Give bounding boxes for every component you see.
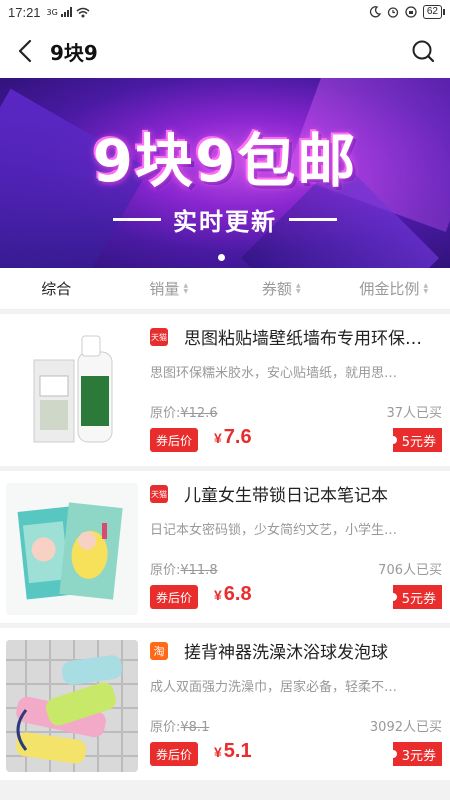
tmall-icon: 天猫	[150, 328, 168, 346]
after-coupon-tag: 券后价	[150, 428, 199, 452]
banner-dash	[113, 218, 161, 221]
currency-symbol: ¥	[214, 744, 222, 760]
carousel-indicator[interactable]	[218, 254, 225, 261]
product-image	[6, 483, 138, 615]
product-card[interactable]: 天猫 儿童女生带锁日记本笔记本 日记本女密码锁，少女简约文艺，小学生… 原价:¥…	[0, 471, 450, 623]
status-bar: 17:21 3G 62	[0, 0, 450, 24]
chevron-left-icon	[18, 39, 32, 63]
sort-coupon[interactable]: 券额 ▲ ▼	[225, 268, 338, 309]
sort-arrows-icon: ▲ ▼	[295, 281, 301, 295]
original-price-label: 原价:	[150, 406, 181, 421]
product-desc: 思图环保糯米胶水，安心贴墙纸，就用思…	[150, 366, 398, 381]
coupon-badge[interactable]: 5元券	[388, 428, 442, 452]
currency-symbol: ¥	[214, 587, 222, 603]
banner-headline: 9块9包邮	[92, 127, 358, 195]
banner-dash	[289, 218, 337, 221]
sort-label: 综合	[41, 280, 72, 298]
status-time: 17:21	[8, 4, 41, 20]
final-price: ¥6.8	[214, 583, 252, 606]
header: 9块9	[0, 24, 450, 78]
product-title: 儿童女生带锁日记本笔记本	[184, 486, 388, 506]
sold-count: 3092人已买	[369, 720, 442, 735]
price-value: 6.8	[223, 583, 252, 605]
original-price: 原价:¥11.8	[150, 559, 218, 578]
page-title: 9块9	[50, 40, 98, 65]
original-price-value: ¥11.8	[180, 563, 218, 578]
back-button[interactable]	[4, 24, 46, 78]
search-button[interactable]	[396, 24, 450, 78]
product-title: 搓背神器洗澡沐浴球发泡球	[184, 643, 388, 663]
original-price-value: ¥12.6	[180, 406, 218, 421]
product-list: 天猫 思图粘贴墙壁纸墙布专用环保… 思图环保糯米胶水，安心贴墙纸，就用思… 原价…	[0, 314, 450, 785]
wifi-icon	[76, 7, 90, 17]
after-coupon-tag: 券后价	[150, 742, 199, 766]
lock-rotation-icon	[405, 6, 417, 18]
sort-comprehensive[interactable]: 综合	[0, 268, 113, 309]
sort-bar: 综合 销量 ▲ ▼ 券额 ▲ ▼ 佣金比例 ▲ ▼	[0, 268, 450, 310]
product-desc: 成人双面强力洗澡巾，居家必备，轻柔不…	[150, 680, 398, 695]
original-price: 原价:¥8.1	[150, 716, 209, 735]
original-price: 原价:¥12.6	[150, 402, 218, 421]
product-desc: 日记本女密码锁，少女简约文艺，小学生…	[150, 523, 398, 538]
sold-count: 706人已买	[378, 563, 442, 578]
moon-icon	[369, 6, 381, 18]
product-card[interactable]: 淘 搓背神器洗澡沐浴球发泡球 成人双面强力洗澡巾，居家必备，轻柔不… 原价:¥8…	[0, 628, 450, 780]
sold-count: 37人已买	[386, 406, 442, 421]
original-price-label: 原价:	[150, 563, 181, 578]
promo-banner[interactable]: 9块9包邮 实时更新	[0, 78, 450, 268]
price-value: 7.6	[223, 426, 252, 448]
alarm-icon	[387, 7, 399, 18]
final-price: ¥7.6	[214, 426, 252, 449]
sort-arrows-icon: ▲ ▼	[183, 281, 189, 295]
search-icon	[412, 40, 435, 63]
sort-commission[interactable]: 佣金比例 ▲ ▼	[338, 268, 450, 309]
network-type: 3G	[46, 7, 58, 17]
signal-indicators: 3G	[47, 7, 90, 18]
original-price-value: ¥8.1	[180, 720, 210, 735]
sort-sales[interactable]: 销量 ▲ ▼	[113, 268, 226, 309]
banner-subtitle: 实时更新	[173, 208, 277, 236]
tmall-icon: 天猫	[150, 485, 168, 503]
original-price-label: 原价:	[150, 720, 181, 735]
taobao-icon: 淘	[150, 642, 168, 660]
product-card[interactable]: 天猫 思图粘贴墙壁纸墙布专用环保… 思图环保糯米胶水，安心贴墙纸，就用思… 原价…	[0, 314, 450, 466]
currency-symbol: ¥	[214, 430, 222, 446]
product-image	[6, 640, 138, 772]
sort-label: 券额	[261, 280, 292, 298]
battery-indicator: 62	[422, 5, 446, 19]
sort-label: 佣金比例	[359, 280, 420, 298]
banner-subline: 实时更新	[0, 202, 450, 237]
price-value: 5.1	[223, 740, 252, 762]
signal-icon	[60, 7, 72, 17]
sort-arrows-icon: ▲ ▼	[423, 281, 429, 295]
coupon-badge[interactable]: 5元券	[388, 585, 442, 609]
product-title: 思图粘贴墙壁纸墙布专用环保…	[184, 329, 422, 349]
sort-label: 销量	[149, 280, 180, 298]
product-image	[6, 326, 138, 458]
final-price: ¥5.1	[214, 740, 252, 763]
after-coupon-tag: 券后价	[150, 585, 199, 609]
coupon-badge[interactable]: 3元券	[388, 742, 442, 766]
status-right: 62	[369, 5, 446, 19]
